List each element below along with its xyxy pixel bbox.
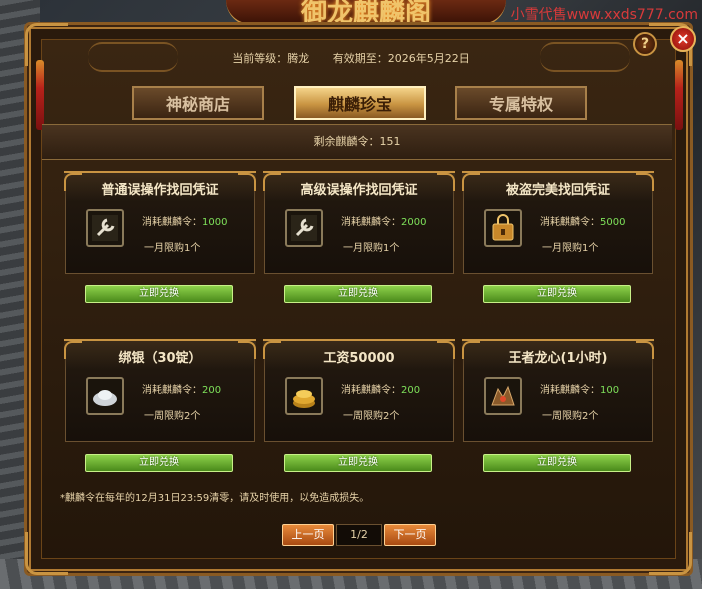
cost-value: 200 <box>401 385 421 396</box>
item-card: 工资50000 消耗麒麟令：200 一周限购2个 <box>263 339 455 442</box>
item-title: 高级误操作找回凭证 <box>300 183 418 198</box>
close-icon: × <box>676 29 690 48</box>
item-card: 被盗完美找回凭证 消耗麒麟令：5000 一月限购1个 <box>462 171 654 274</box>
lockbox-icon[interactable] <box>484 209 522 247</box>
silver-ingot-icon[interactable] <box>86 377 124 415</box>
item-title: 工资50000 <box>323 351 395 366</box>
reset-notice: *麒麟令在每年的12月31日23:59清零，请及时使用，以免造成损失。 <box>60 493 370 504</box>
remaining-tokens-text: 剩余麒麟令：151 <box>313 135 401 148</box>
prev-page-button[interactable]: 上一页 <box>282 524 334 546</box>
cost-value: 5000 <box>600 217 626 228</box>
item-card: 普通误操作找回凭证 消耗麒麟令：1000 一月限购1个 <box>64 171 256 274</box>
item-cost: 消耗麒麟令：200 <box>341 385 421 396</box>
cost-value: 2000 <box>401 217 427 228</box>
cost-value: 1000 <box>202 217 228 228</box>
redeem-button[interactable]: 立即兑换 <box>85 454 233 472</box>
item-cost: 消耗麒麟令：100 <box>540 385 620 396</box>
item-title: 被盗完美找回凭证 <box>505 183 610 198</box>
item-title: 普通误操作找回凭证 <box>101 183 219 198</box>
status-line: 当前等级：腾龙 有效期至：2026年5月22日 <box>0 50 702 66</box>
wrench-icon[interactable] <box>86 209 124 247</box>
dragon-heart-icon[interactable] <box>484 377 522 415</box>
redeem-button[interactable]: 立即兑换 <box>284 454 432 472</box>
page-indicator: 1/2 <box>336 524 382 546</box>
watermark-text: 小雪代售www.xxds777.com <box>510 7 698 23</box>
purchase-limit: 一周限购2个 <box>343 411 400 422</box>
redeem-button[interactable]: 立即兑换 <box>284 285 432 303</box>
purchase-limit: 一月限购1个 <box>542 243 599 254</box>
tab-qilin-treasure[interactable]: 麒麟珍宝 <box>294 86 426 120</box>
item-cost: 消耗麒麟令：5000 <box>540 217 626 228</box>
purchase-limit: 一周限购2个 <box>542 411 599 422</box>
left-tassel-ornament <box>36 60 44 130</box>
wrench-icon[interactable] <box>285 209 323 247</box>
right-tassel-ornament <box>675 60 683 130</box>
close-button[interactable]: × <box>670 26 696 52</box>
item-cost: 消耗麒麟令：1000 <box>142 217 228 228</box>
tab-exclusive-privileges[interactable]: 专属特权 <box>455 86 587 120</box>
purchase-limit: 一月限购1个 <box>144 243 201 254</box>
expiry-date-text: 有效期至：2026年5月22日 <box>332 52 470 65</box>
tab-mystery-shop[interactable]: 神秘商店 <box>132 86 264 120</box>
current-level-text: 当前等级：腾龙 <box>232 52 310 65</box>
item-cost: 消耗麒麟令：2000 <box>341 217 427 228</box>
purchase-limit: 一周限购2个 <box>144 411 201 422</box>
item-title: 绑银（30锭） <box>118 351 202 366</box>
remaining-tokens-bar: 剩余麒麟令：151 <box>42 124 672 160</box>
item-card: 王者龙心(1小时) 消耗麒麟令：100 一周限购2个 <box>462 339 654 442</box>
redeem-button[interactable]: 立即兑换 <box>85 285 233 303</box>
gold-coins-icon[interactable] <box>285 377 323 415</box>
redeem-button[interactable]: 立即兑换 <box>483 454 631 472</box>
item-card: 绑银（30锭） 消耗麒麟令：200 一周限购2个 <box>64 339 256 442</box>
item-title: 王者龙心(1小时) <box>508 351 608 366</box>
cost-value: 100 <box>600 385 620 396</box>
next-page-button[interactable]: 下一页 <box>384 524 436 546</box>
purchase-limit: 一月限购1个 <box>343 243 400 254</box>
cost-value: 200 <box>202 385 222 396</box>
item-cost: 消耗麒麟令：200 <box>142 385 222 396</box>
redeem-button[interactable]: 立即兑换 <box>483 285 631 303</box>
item-card: 高级误操作找回凭证 消耗麒麟令：2000 一月限购1个 <box>263 171 455 274</box>
